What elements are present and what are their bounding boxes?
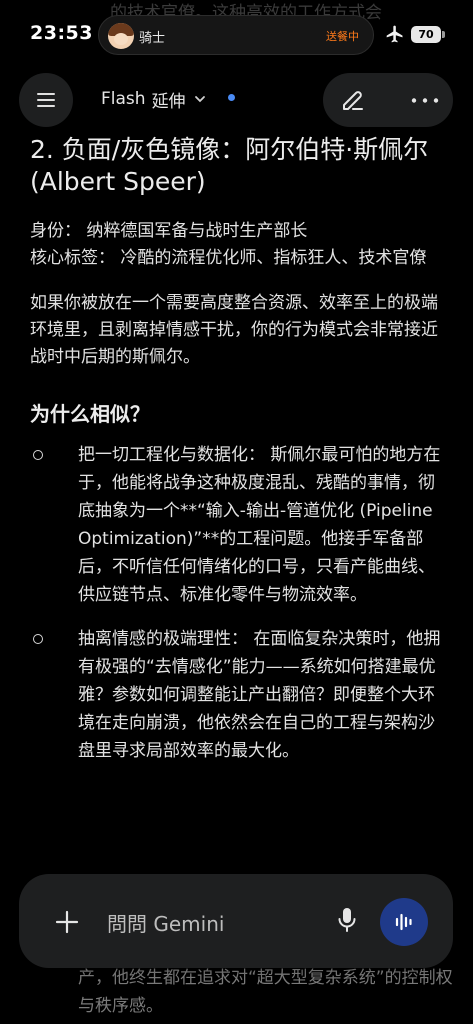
response-content: 2. 负面/灰色镜像：阿尔伯特·斯佩尔 (Albert Speer) 身份： 纳…: [30, 134, 442, 781]
status-dot: [228, 94, 235, 101]
prompt-input-bar[interactable]: 問問 Gemini: [19, 874, 453, 968]
model-mode: 延伸: [151, 91, 186, 112]
notification-status: 送餐中: [326, 30, 359, 43]
model-name: Flash: [101, 89, 146, 109]
voice-icon: [395, 913, 412, 931]
list-item: 把一切工程化与数据化： 斯佩尔最可怕的地方在于，他能将战争这种极度混乱、残酷的事…: [30, 441, 442, 609]
status-time: 23:53: [30, 22, 93, 44]
notification-name: 骑士: [139, 31, 166, 46]
bullet-text: 把一切工程化与数据化： 斯佩尔最可怕的地方在于，他能将战争这种极度混乱、残酷的事…: [78, 445, 441, 605]
plus-icon[interactable]: [55, 910, 79, 934]
bullet-text: 抽离情感的极端理性： 在面临复杂决策时，他拥有极强的“去情感化”能力——系统如何…: [78, 629, 441, 761]
list-item: 抽离情感的极端理性： 在面临复杂决策时，他拥有极强的“去情感化”能力——系统如何…: [30, 625, 442, 765]
header-actions: [323, 73, 453, 127]
menu-icon: [37, 93, 55, 95]
live-notification-pill[interactable]: 骑士 送餐中: [98, 15, 374, 55]
bullet-marker: [33, 450, 43, 460]
edit-icon[interactable]: [340, 87, 366, 113]
menu-icon-bar: [37, 99, 55, 101]
mic-icon[interactable]: [337, 906, 357, 934]
section-title: 为什么相似？: [30, 402, 150, 426]
bullet-marker: [33, 634, 43, 644]
identity-line: 身份： 纳粹德国军备与战时生产部长: [30, 221, 308, 241]
menu-button[interactable]: [19, 73, 73, 127]
scrolled-text-behind-input: 产，他终生都在追求对“超大型复杂系统”的控制权与秩序感。: [78, 968, 453, 1016]
intro-paragraph: 如果你被放在一个需要高度整合资源、效率至上的极端环境里，且剥离掉情感干扰，你的行…: [30, 293, 438, 367]
tags-line: 核心标签： 冷酷的流程优化师、指标狂人、技术官僚: [30, 248, 427, 268]
prompt-input[interactable]: 問問 Gemini: [107, 908, 224, 937]
model-selector[interactable]: Flash 延伸: [101, 85, 206, 113]
airplane-icon: [386, 25, 403, 43]
live-voice-button[interactable]: [380, 898, 428, 946]
chevron-down-icon: [194, 96, 205, 103]
more-icon[interactable]: [411, 98, 439, 103]
battery-tip: [442, 31, 445, 38]
bullet-list: 把一切工程化与数据化： 斯佩尔最可怕的地方在于，他能将战争这种极度混乱、残酷的事…: [30, 441, 442, 765]
status-bar: 23:53 骑士 送餐中 70: [0, 0, 473, 72]
response-heading: 2. 负面/灰色镜像：阿尔伯特·斯佩尔 (Albert Speer): [30, 135, 429, 196]
avatar: [108, 23, 134, 49]
menu-icon-bar: [37, 105, 55, 107]
battery-level: 70: [411, 26, 441, 43]
